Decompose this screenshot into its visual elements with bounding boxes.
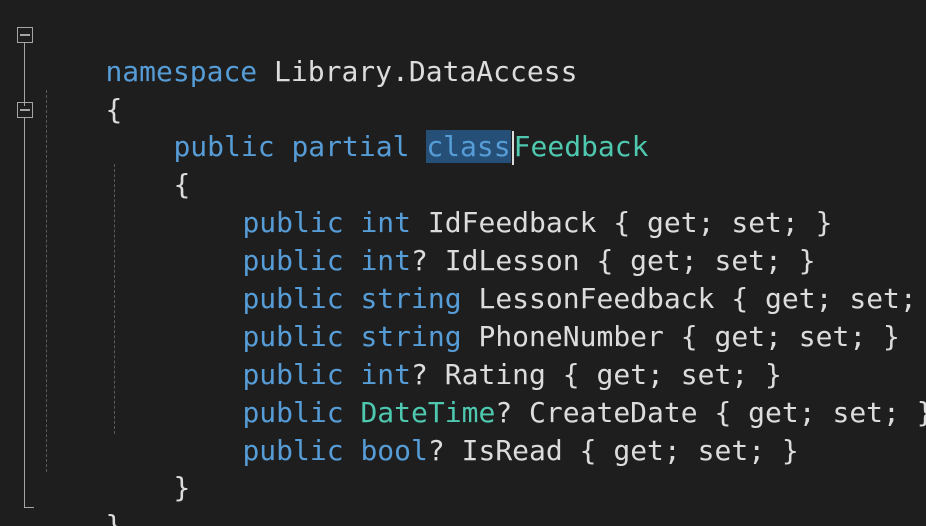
- collapse-namespace-icon[interactable]: [17, 27, 33, 43]
- class-name: Feedback: [513, 130, 649, 163]
- code-line-namespace[interactable]: namespace Library.DataAccess: [38, 15, 577, 88]
- code-line-class-open[interactable]: {: [106, 128, 190, 201]
- code-line-property[interactable]: public bool? IsRead { get; set; }: [175, 394, 798, 467]
- class-keyword-selected: class: [426, 130, 511, 163]
- collapse-class-icon[interactable]: [17, 102, 33, 118]
- code-line-property[interactable]: public DateTime? CreateDate { get; set; …: [175, 356, 926, 429]
- code-line-property[interactable]: public int? IdLesson { get; set; }: [175, 204, 815, 277]
- code-editor[interactable]: namespace Library.DataAccess { public pa…: [0, 0, 926, 526]
- namespace-name: Library.DataAccess: [274, 55, 578, 88]
- access-modifier: public: [242, 434, 344, 467]
- namespace-close-brace: }: [105, 509, 123, 526]
- partial-keyword: partial: [291, 130, 410, 163]
- namespace-keyword: namespace: [105, 55, 258, 88]
- code-line-property[interactable]: public int IdFeedback { get; set; }: [175, 166, 832, 239]
- namespace-fold-end: [24, 507, 34, 508]
- code-line-class-declaration[interactable]: public partial class Feedback: [106, 90, 648, 165]
- class-close-brace: }: [173, 471, 191, 504]
- property-name: IsRead: [461, 434, 563, 467]
- nullable-marker: ?: [427, 434, 445, 467]
- code-line-property[interactable]: public string LessonFeedback { get; set;…: [175, 242, 926, 315]
- property-type: bool: [360, 434, 428, 467]
- code-line-property[interactable]: public int? Rating { get; set; }: [175, 318, 781, 391]
- namespace-fold-line-lower: [24, 118, 25, 508]
- property-accessors: { get; set; }: [579, 434, 799, 467]
- code-line-namespace-open[interactable]: {: [38, 53, 122, 126]
- namespace-fold-line: [24, 43, 25, 106]
- code-line-class-close[interactable]: }: [106, 431, 190, 504]
- code-line-namespace-close[interactable]: }: [38, 469, 122, 526]
- code-line-property[interactable]: public string PhoneNumber { get; set; }: [175, 280, 899, 353]
